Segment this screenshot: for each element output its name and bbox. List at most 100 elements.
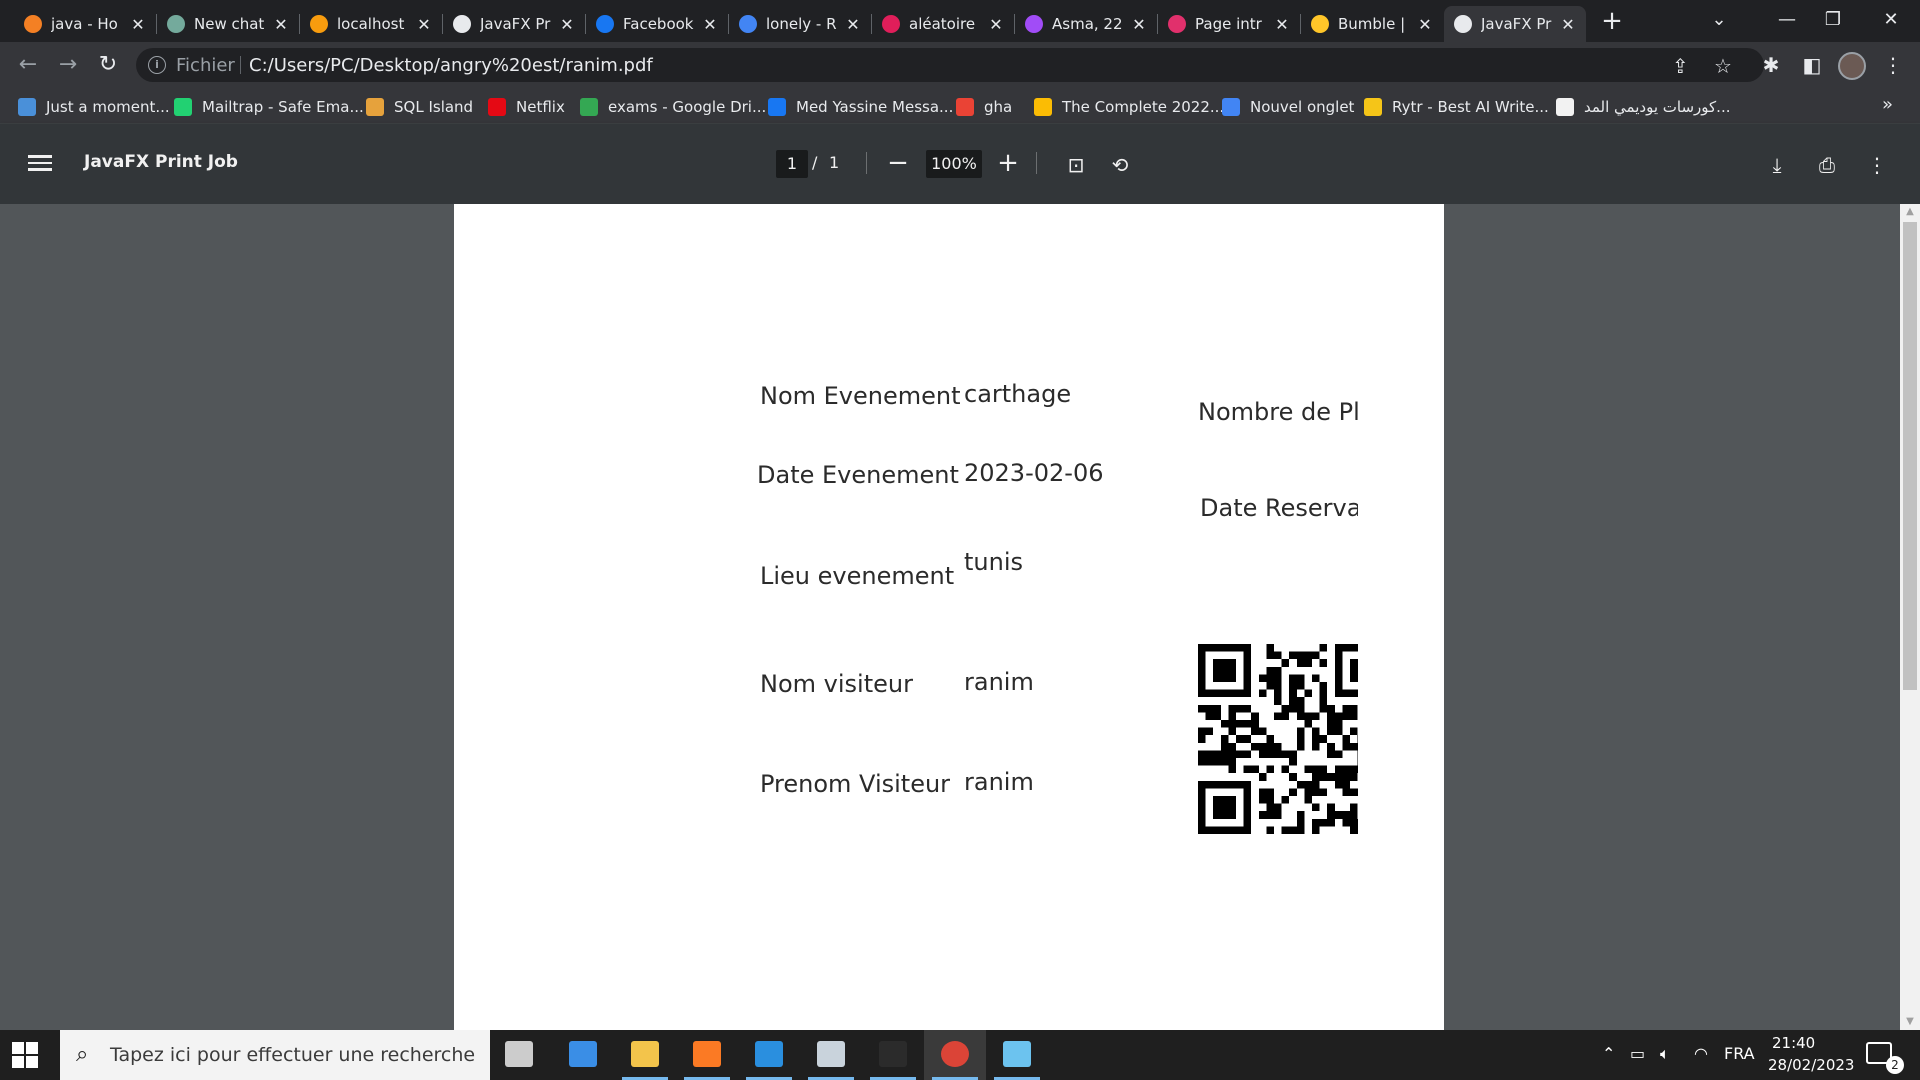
taskbar-app[interactable] — [614, 1030, 676, 1080]
tab-title: Asma, 22 — [1052, 15, 1123, 33]
pdf-menu-icon[interactable] — [28, 151, 52, 175]
print-icon[interactable]: ⎙ — [1812, 150, 1842, 180]
browser-tab[interactable]: New chat ✕ — [157, 6, 299, 42]
address-bar[interactable]: i Fichier C:/Users/PC/Desktop/angry%20es… — [136, 48, 1764, 82]
tab-close-icon[interactable]: ✕ — [702, 15, 718, 34]
tab-close-icon[interactable]: ✕ — [988, 15, 1004, 34]
bookmark-label: كورسات يوديمي المد... — [1584, 98, 1731, 116]
bookmark-star-icon[interactable]: ☆ — [1714, 54, 1732, 78]
side-panel-icon[interactable]: ◧ — [1797, 50, 1827, 80]
tab-close-icon[interactable]: ✕ — [1131, 15, 1147, 34]
bookmark-item[interactable]: Just a moment... — [18, 96, 170, 118]
taskbar-app[interactable] — [552, 1030, 614, 1080]
bookmark-item[interactable]: Med Yassine Messa... — [768, 96, 953, 118]
pdf-scrollbar[interactable]: ▲ ▼ — [1900, 204, 1920, 1030]
package-icon — [1003, 1041, 1031, 1067]
taskbar-app[interactable] — [862, 1030, 924, 1080]
taskbar-app[interactable] — [676, 1030, 738, 1080]
tab-close-icon[interactable]: ✕ — [1417, 15, 1433, 34]
tab-close-icon[interactable]: ✕ — [559, 15, 575, 34]
zoom-in-button[interactable]: + — [996, 150, 1020, 178]
browser-tab[interactable]: Page intr ✕ — [1158, 6, 1300, 42]
browser-tab[interactable]: JavaFX Pr ✕ — [1444, 6, 1586, 42]
pdf-more-icon[interactable]: ⋮ — [1862, 150, 1892, 180]
taskbar-app[interactable] — [986, 1030, 1048, 1080]
reload-icon[interactable]: ↻ — [92, 49, 124, 81]
tab-close-icon[interactable]: ✕ — [130, 15, 146, 34]
news-icon — [569, 1041, 597, 1067]
facebook-icon — [596, 15, 614, 33]
bookmark-label: The Complete 2022... — [1062, 98, 1225, 116]
browser-tab[interactable]: JavaFX Pr ✕ — [443, 6, 585, 42]
forward-icon[interactable]: → — [52, 49, 84, 81]
taskbar-app[interactable] — [800, 1030, 862, 1080]
bookmark-item[interactable]: كورسات يوديمي المد... — [1556, 96, 1730, 118]
fit-page-icon[interactable]: ⊡ — [1061, 150, 1091, 180]
clock-time[interactable]: 21:40 — [1772, 1034, 1815, 1052]
battery-icon[interactable]: ▭ — [1630, 1044, 1645, 1063]
zoom-out-button[interactable]: − — [886, 150, 910, 178]
scroll-thumb[interactable] — [1903, 222, 1917, 690]
extensions-icon[interactable]: ✱ — [1756, 50, 1786, 80]
island-icon — [366, 98, 384, 116]
bookmark-item[interactable]: gha — [956, 96, 1012, 118]
volume-icon[interactable]: 🔈︎ — [1660, 1044, 1670, 1064]
bookmark-item[interactable]: Mailtrap - Safe Ema... — [174, 96, 364, 118]
instagram-icon — [1168, 15, 1186, 33]
bookmark-item[interactable]: SQL Island — [366, 96, 473, 118]
new-tab-button[interactable]: + — [1598, 6, 1626, 36]
browser-tab[interactable]: lonely - R ✕ — [729, 6, 871, 42]
browser-tab[interactable]: java - Ho ✕ — [14, 6, 156, 42]
close-window-icon[interactable]: ✕ — [1864, 0, 1918, 40]
download-icon[interactable]: ⤓ — [1762, 150, 1792, 180]
browser-tab[interactable]: localhost ✕ — [300, 6, 442, 42]
bookmarks-bar: Just a moment... Mailtrap - Safe Ema... SQ… — [0, 88, 1920, 124]
browser-toolbar: ← → ↻ i Fichier C:/Users/PC/Desktop/angr… — [0, 42, 1920, 88]
zoom-level-input[interactable]: 100% — [926, 150, 982, 178]
taskbar-app[interactable] — [738, 1030, 800, 1080]
back-icon[interactable]: ← — [12, 49, 44, 81]
scroll-down-icon[interactable]: ▼ — [1900, 1014, 1920, 1030]
share-icon[interactable]: ⇪ — [1672, 54, 1689, 78]
tab-search-icon[interactable]: ⌄ — [1692, 0, 1746, 40]
restore-icon[interactable]: ❐ — [1806, 0, 1860, 40]
pdf-viewer[interactable]: Nom Evenement carthage Date Evenement 20… — [0, 204, 1900, 1030]
bookmark-item[interactable]: Netflix — [488, 96, 565, 118]
bookmark-item[interactable]: The Complete 2022... — [1034, 96, 1224, 118]
bookmarks-overflow-icon[interactable]: » — [1882, 94, 1893, 115]
vscode-icon — [755, 1041, 783, 1067]
windows-start-icon[interactable] — [12, 1042, 38, 1068]
browser-tab[interactable]: aléatoire ✕ — [872, 6, 1014, 42]
slack-icon — [882, 15, 900, 33]
wifi-icon[interactable]: ◠ — [1694, 1044, 1708, 1063]
taskbar-app[interactable] — [924, 1030, 986, 1080]
rotate-icon[interactable]: ⟲ — [1105, 150, 1135, 180]
browser-tab[interactable]: Facebook ✕ — [586, 6, 728, 42]
facebook-icon — [768, 98, 786, 116]
tab-close-icon[interactable]: ✕ — [1560, 15, 1576, 34]
browser-tab[interactable]: Asma, 22 ✕ — [1015, 6, 1157, 42]
taskbar-search[interactable]: ⌕ Tapez ici pour effectuer une recherche — [60, 1030, 490, 1080]
page-number-input[interactable]: 1 — [776, 150, 808, 178]
chrome-icon — [941, 1041, 969, 1067]
language-indicator[interactable]: FRA — [1724, 1044, 1755, 1063]
scroll-up-icon[interactable]: ▲ — [1900, 204, 1920, 220]
tab-close-icon[interactable]: ✕ — [273, 15, 289, 34]
bookmark-item[interactable]: Rytr - Best AI Write... — [1364, 96, 1549, 118]
clock-date[interactable]: 28/02/2023 — [1768, 1056, 1854, 1074]
browser-tab[interactable]: Bumble | ✕ — [1301, 6, 1443, 42]
tab-close-icon[interactable]: ✕ — [1274, 15, 1290, 34]
tab-close-icon[interactable]: ✕ — [845, 15, 861, 34]
address-scheme: Fichier — [176, 55, 235, 76]
tray-overflow-icon[interactable]: ⌃ — [1602, 1044, 1615, 1063]
tab-title: Facebook — [623, 15, 694, 33]
profile-avatar[interactable] — [1838, 52, 1866, 80]
tab-close-icon[interactable]: ✕ — [416, 15, 432, 34]
bookmark-item[interactable]: exams - Google Dri... — [580, 96, 766, 118]
taskbar-app[interactable] — [488, 1030, 550, 1080]
site-info-icon[interactable]: i — [148, 56, 166, 74]
value-lieu-evenement: tunis — [964, 548, 1024, 576]
bookmark-item[interactable]: Nouvel onglet — [1222, 96, 1354, 118]
address-url[interactable]: C:/Users/PC/Desktop/angry%20est/ranim.pd… — [249, 55, 653, 76]
browser-menu-icon[interactable]: ⋮ — [1878, 50, 1908, 80]
